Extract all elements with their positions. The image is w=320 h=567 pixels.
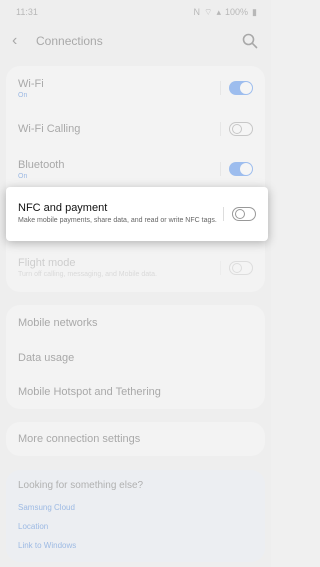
row-data-usage[interactable]: Data usage bbox=[6, 341, 265, 375]
wifi-calling-label: Wi-Fi Calling bbox=[18, 123, 81, 135]
mobile-networks-label: Mobile networks bbox=[18, 317, 98, 329]
flight-mode-label: Flight mode bbox=[18, 256, 76, 269]
wifi-status: On bbox=[18, 91, 28, 99]
flight-mode-toggle[interactable] bbox=[229, 261, 253, 275]
bluetooth-label: Bluetooth bbox=[18, 158, 65, 171]
connections-card-more: More connection settings bbox=[6, 422, 265, 456]
divider bbox=[220, 162, 221, 176]
bluetooth-toggle[interactable] bbox=[229, 162, 253, 176]
page-title: Connections bbox=[36, 34, 103, 48]
divider bbox=[220, 122, 221, 136]
row-wifi[interactable]: Wi-Fi On bbox=[6, 66, 265, 110]
status-icons: N ⌔ ▴ 100% ▮ bbox=[194, 7, 257, 18]
row-flight-mode[interactable]: Flight mode Turn off calling, messaging,… bbox=[6, 246, 265, 290]
app-header: ‹ Connections bbox=[0, 26, 271, 56]
battery-text: 100% bbox=[225, 7, 249, 17]
back-arrow-icon[interactable]: ‹ bbox=[12, 32, 30, 50]
nfc-desc: Make mobile payments, share data, and re… bbox=[18, 217, 217, 225]
nfc-title: NFC and payment bbox=[18, 202, 108, 215]
suggestions-card: Looking for something else? Samsung Clou… bbox=[6, 470, 265, 562]
wifi-toggle[interactable] bbox=[229, 81, 253, 95]
status-bar: 11:31 N ⌔ ▴ 100% ▮ bbox=[0, 0, 271, 24]
link-samsung-cloud[interactable]: Samsung Cloud bbox=[18, 503, 253, 512]
divider bbox=[220, 81, 221, 95]
nfc-status-icon: N bbox=[193, 7, 201, 17]
row-more-settings[interactable]: More connection settings bbox=[6, 422, 265, 456]
row-hotspot[interactable]: Mobile Hotspot and Tethering bbox=[6, 375, 265, 409]
battery-icon: ▮ bbox=[252, 6, 257, 17]
connections-card-top: Wi-Fi On Wi-Fi Calling Bluetooth On Flig… bbox=[6, 66, 265, 292]
flight-mode-desc: Turn off calling, messaging, and Mobile … bbox=[18, 270, 157, 278]
status-time: 11:31 bbox=[16, 7, 38, 17]
bluetooth-status: On bbox=[18, 172, 28, 180]
divider bbox=[223, 207, 224, 221]
search-icon[interactable] bbox=[241, 32, 259, 50]
signal-icon: ▴ bbox=[216, 6, 222, 17]
link-to-windows[interactable]: Link to Windows bbox=[18, 541, 253, 550]
nfc-toggle[interactable] bbox=[232, 207, 256, 221]
row-mobile-networks[interactable]: Mobile networks bbox=[6, 305, 265, 341]
wifi-label: Wi-Fi bbox=[18, 77, 44, 90]
data-usage-label: Data usage bbox=[18, 352, 75, 364]
more-settings-label: More connection settings bbox=[18, 433, 141, 445]
row-nfc-and-payment[interactable]: NFC and payment Make mobile payments, sh… bbox=[6, 187, 268, 241]
suggestions-title: Looking for something else? bbox=[18, 480, 144, 491]
hotspot-label: Mobile Hotspot and Tethering bbox=[18, 386, 161, 398]
wifi-calling-toggle[interactable] bbox=[229, 122, 253, 136]
row-bluetooth[interactable]: Bluetooth On bbox=[6, 148, 265, 190]
link-location[interactable]: Location bbox=[18, 522, 253, 531]
wifi-status-icon: ⌔ bbox=[204, 6, 213, 17]
divider bbox=[220, 261, 221, 275]
connections-card-middle: Mobile networks Data usage Mobile Hotspo… bbox=[6, 305, 265, 409]
row-wifi-calling[interactable]: Wi-Fi Calling bbox=[6, 110, 265, 148]
